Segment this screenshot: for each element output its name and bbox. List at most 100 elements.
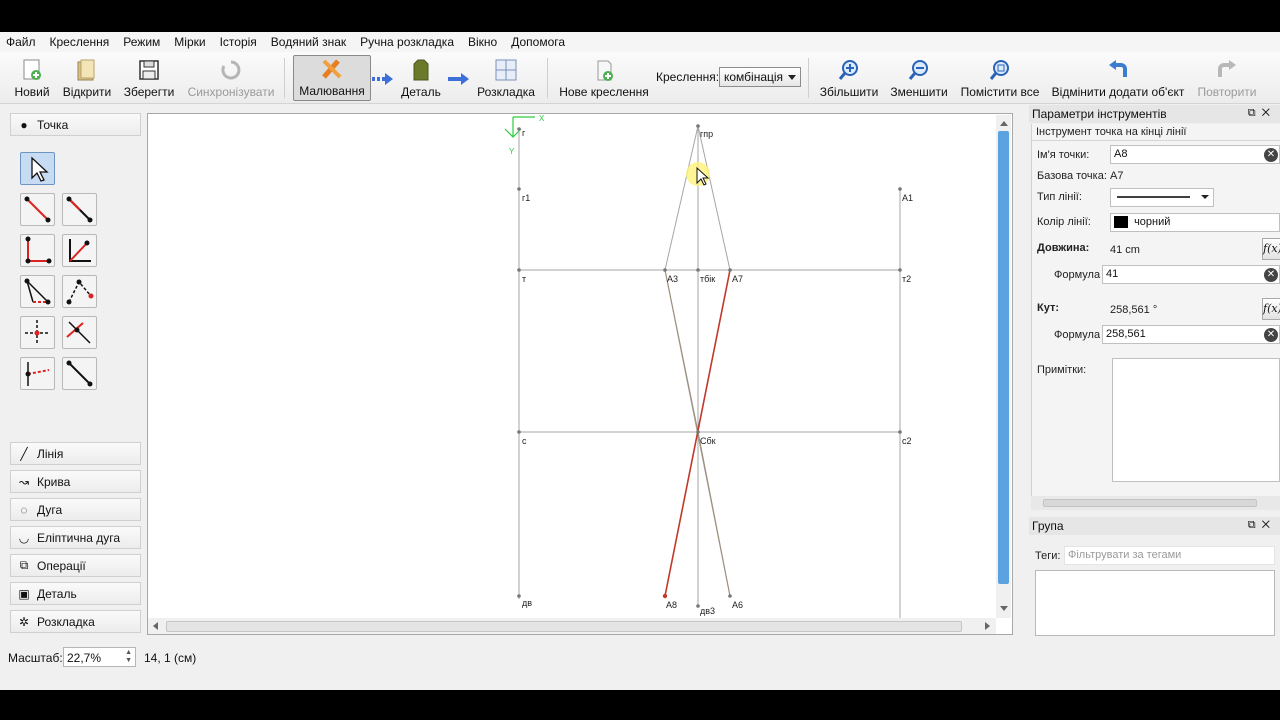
status-bar: Масштаб: 22,7% ▲ ▼ 14, 1 (см): [0, 642, 1280, 670]
point-tools-group[interactable]: ● Точка: [10, 113, 141, 136]
horizontal-scrollbar-thumb[interactable]: [166, 621, 962, 632]
label-t: т: [522, 274, 526, 284]
zoom-in-label: Збільшити: [819, 85, 879, 99]
spin-arrows-icon[interactable]: ▲ ▼: [125, 649, 132, 665]
new-button[interactable]: Новий: [10, 55, 54, 101]
draw-mode-button[interactable]: Малювання: [293, 55, 371, 101]
line-type-label: Тип лінії:: [1037, 191, 1082, 203]
menu-mode[interactable]: Режим: [123, 35, 160, 49]
line-type-select[interactable]: [1110, 188, 1214, 207]
sync-icon: [218, 58, 244, 82]
group-label-elliptic-arc: Еліптична дуга: [37, 530, 121, 545]
scroll-down-icon[interactable]: [999, 605, 1009, 613]
group-list[interactable]: [1035, 570, 1275, 636]
angle-formula-label: Формула: [1054, 329, 1101, 341]
group-title-bar: Група ⧉✕: [1029, 517, 1280, 535]
drawing-select[interactable]: комбінація: [719, 67, 801, 87]
elliptic-arc-tools-group[interactable]: ◡ Еліптична дуга: [10, 526, 141, 549]
line-intersect-axis-tool-button[interactable]: [20, 357, 55, 390]
fit-all-button[interactable]: Помістити все: [958, 55, 1042, 101]
zoom-out-button[interactable]: Зменшити: [888, 55, 950, 101]
triangle-tool-button[interactable]: [62, 275, 97, 308]
intersect-tool-button[interactable]: [62, 316, 97, 349]
operations-icon: ⧉: [19, 558, 29, 572]
panel-float-close-icon[interactable]: ⧉✕: [1248, 519, 1276, 532]
clear-length-formula-icon[interactable]: ✕: [1264, 268, 1278, 282]
menu-watermark[interactable]: Водяний знак: [271, 35, 346, 49]
new-drawing-button[interactable]: Нове креслення: [558, 55, 650, 101]
line-tools-group[interactable]: ╱ Лінія: [10, 442, 141, 465]
notes-label: Примітки:: [1037, 364, 1087, 376]
save-button[interactable]: Зберегти: [122, 55, 176, 101]
operations-tools-group[interactable]: ⧉ Операції: [10, 554, 141, 577]
label-a6: A6: [732, 600, 743, 610]
angle-formula-fx-button[interactable]: f(x): [1262, 298, 1280, 320]
panel-float-close-icon[interactable]: ⧉✕: [1248, 107, 1276, 120]
scroll-right-icon[interactable]: [984, 621, 992, 631]
undo-button[interactable]: Відмінити додати об'єкт: [1048, 55, 1188, 101]
layout-mode-button[interactable]: Розкладка: [474, 55, 538, 101]
drawing-canvas[interactable]: X Y г гпр г1 A1 т A3 тбік A7 т2 с Сбк с2…: [147, 113, 1013, 635]
props-scroll-thumb[interactable]: [1043, 499, 1257, 507]
tags-placeholder: Фільтрувати за тегами: [1068, 549, 1182, 561]
layout-tools-group[interactable]: ✲ Розкладка: [10, 610, 141, 633]
props-horizontal-scrollbar[interactable]: [1031, 496, 1280, 510]
main-toolbar: Новий Відкрити Зберегти Синхронізувати М…: [0, 52, 1280, 104]
arrow-select-tool[interactable]: [20, 152, 55, 185]
open-button[interactable]: Відкрити: [60, 55, 114, 101]
arc-tools-group[interactable]: ◌ Дуга: [10, 498, 141, 521]
detail-tools-group[interactable]: ▣ Деталь: [10, 582, 141, 605]
clear-angle-formula-icon[interactable]: ✕: [1264, 328, 1278, 342]
angle-formula-value: 258,561: [1106, 328, 1146, 340]
base-point-label: Базова точка:: [1037, 170, 1107, 182]
normal-tool-button[interactable]: [20, 234, 55, 267]
menu-history[interactable]: Історія: [220, 35, 257, 49]
menu-help[interactable]: Допомога: [511, 35, 565, 49]
group-label-operations: Операції: [37, 558, 86, 573]
menu-bar: Файл Креслення Режим Мірки Історія Водян…: [0, 32, 1280, 52]
zoom-in-button[interactable]: Збільшити: [818, 55, 880, 101]
shoulder-tool-button[interactable]: [20, 275, 55, 308]
menu-manual-layout[interactable]: Ручна розкладка: [360, 35, 454, 49]
scale-spinbox[interactable]: 22,7% ▲ ▼: [63, 647, 136, 667]
bisector-tool-button[interactable]: [62, 234, 97, 267]
line-tool-button[interactable]: [20, 193, 55, 226]
redo-button[interactable]: Повторити: [1194, 55, 1260, 101]
point-name-input[interactable]: A8: [1110, 145, 1280, 164]
scroll-up-icon[interactable]: [999, 119, 1009, 127]
base-point-value: A7: [1110, 170, 1124, 182]
menu-file[interactable]: Файл: [6, 35, 36, 49]
length-value: 41 cm: [1110, 244, 1140, 256]
menu-window[interactable]: Вікно: [468, 35, 497, 49]
point-name-value: A8: [1114, 148, 1128, 160]
clear-name-icon[interactable]: ✕: [1264, 148, 1278, 162]
toolbar-separator: [284, 58, 285, 98]
angle-formula-input[interactable]: 258,561: [1102, 325, 1280, 344]
length-formula-input[interactable]: 41: [1102, 265, 1280, 284]
curve-tools-group[interactable]: ↝ Крива: [10, 470, 141, 493]
scroll-left-icon[interactable]: [151, 621, 159, 631]
menu-drawing[interactable]: Креслення: [50, 35, 110, 49]
label-g1: г1: [522, 193, 530, 203]
garment-detail-icon: [408, 58, 434, 82]
chevron-down-icon: [788, 75, 796, 80]
arrow-right-icon: [448, 73, 469, 85]
tags-filter-input[interactable]: Фільтрувати за тегами: [1064, 546, 1275, 565]
detail-mode-button[interactable]: Деталь: [396, 55, 446, 101]
pattern-points: [517, 124, 902, 608]
shoulder-point-icon: [24, 278, 51, 305]
menu-measurements[interactable]: Мірки: [174, 35, 205, 49]
vertical-scrollbar-thumb[interactable]: [998, 131, 1009, 584]
length-formula-fx-button[interactable]: f(x): [1262, 238, 1280, 260]
sync-button[interactable]: Синхронізувати: [186, 55, 276, 101]
end-line-tool-button[interactable]: [62, 357, 97, 390]
along-line-tool-button[interactable]: [62, 193, 97, 226]
toolbar-separator: [808, 58, 809, 98]
line-color-select[interactable]: чорний: [1110, 213, 1280, 232]
zoom-out-icon: [906, 58, 932, 82]
end-line-icon: [66, 360, 93, 387]
line-icon: ╱: [20, 446, 28, 461]
arrow-right-icon: [372, 73, 393, 85]
height-tool-button[interactable]: [20, 316, 55, 349]
notes-textarea[interactable]: [1112, 358, 1280, 482]
